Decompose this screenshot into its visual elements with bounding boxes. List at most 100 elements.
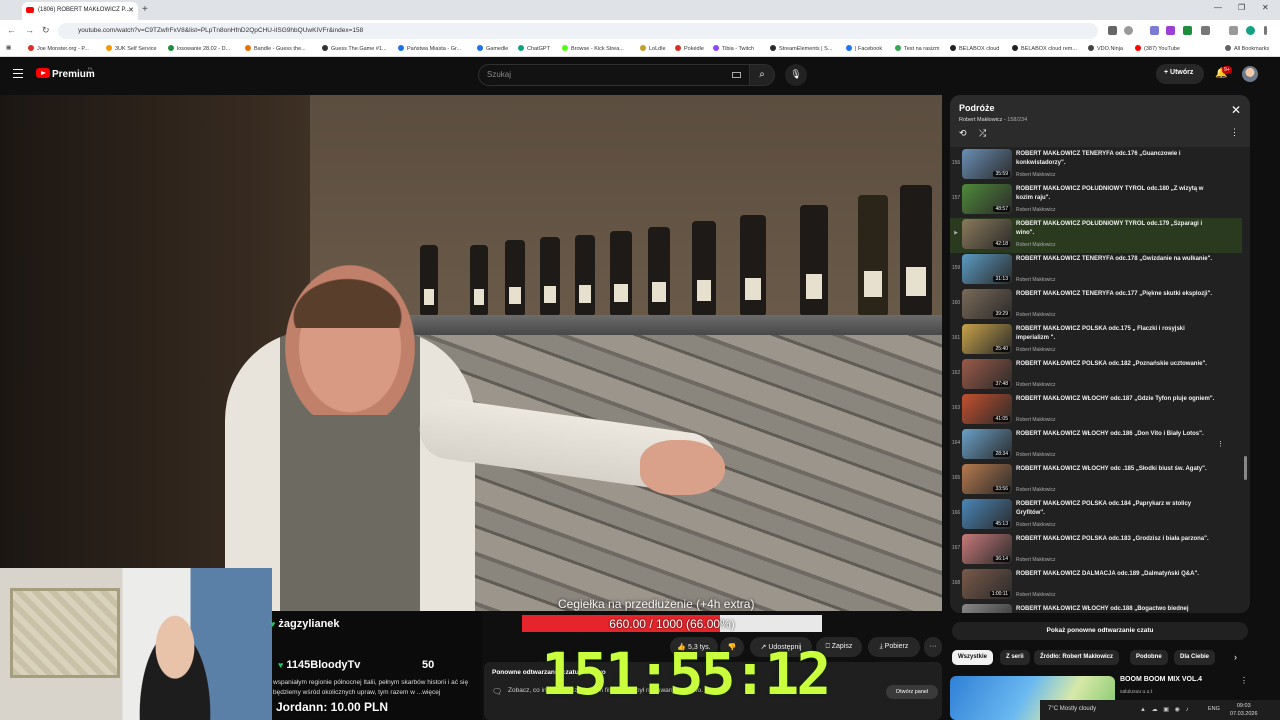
system-tray-icons[interactable]: ▲ ☁ ▣ ◉ ♪ (1140, 706, 1191, 713)
bookmark-item[interactable]: BELABOX cloud rem... (1012, 45, 1077, 52)
sidebar-icon[interactable] (1229, 26, 1238, 35)
playlist-item-title[interactable]: ROBERT MAKŁOWICZ WŁOCHY odc.186 „Don Vit… (1016, 430, 1216, 439)
playlist-item[interactable]: 159 31:13 ROBERT MAKŁOWICZ TENERYFA odc.17… (950, 253, 1242, 288)
playlist-item[interactable]: 169ROBERT MAKŁOWICZ WŁOCHY odc.188 „Boga… (950, 603, 1242, 613)
playlist-item-thumbnail[interactable]: 28:34 (962, 429, 1012, 459)
maximize-icon[interactable]: ❐ (1238, 3, 1245, 12)
bookmark-item[interactable]: | Facebook (846, 45, 882, 52)
bookmark-item[interactable]: Pokédle (675, 45, 704, 52)
extensions-puzzle-icon[interactable] (1201, 26, 1210, 35)
playlist-item-title[interactable]: ROBERT MAKŁOWICZ POLSKA odc.183 „Grodzis… (1016, 535, 1216, 544)
playlist-scrollbar[interactable] (1244, 456, 1247, 480)
playlist-item-title[interactable]: ROBERT MAKŁOWICZ POLSKA odc.184 „Papryka… (1016, 500, 1216, 518)
playlist-item-title[interactable]: ROBERT MAKŁOWICZ POLSKA odc.175 „ Flaczk… (1016, 325, 1216, 343)
more-actions-button[interactable]: ··· (924, 637, 942, 657)
bookmark-item[interactable]: Tibia - Twitch (713, 45, 754, 52)
download-button[interactable]: ⤓ Pobierz (868, 637, 920, 657)
playlist-item-channel[interactable]: Robert Makłowicz (1016, 312, 1055, 318)
extension-icon[interactable] (1166, 26, 1175, 35)
bookmark-star-icon[interactable] (1124, 26, 1133, 35)
weather-widget[interactable]: 7°C Mostly cloudy (1048, 706, 1096, 712)
more-icon[interactable]: ⋮ (1230, 127, 1239, 138)
bookmark-item[interactable]: Joe Monster.org - P... (28, 45, 89, 52)
playlist-item-channel[interactable]: Robert Makłowicz (1016, 487, 1055, 493)
youtube-logo-icon[interactable] (36, 68, 50, 78)
filter-chip[interactable]: Podobne (1130, 650, 1168, 665)
bookmark-item[interactable]: VDO.Ninja (1088, 45, 1123, 52)
playlist-item-title[interactable]: ROBERT MAKŁOWICZ POŁUDNIOWY TYROL odc.17… (1016, 220, 1216, 238)
apps-grid-icon[interactable]: ▦ (6, 45, 11, 51)
playlist-item-title[interactable]: ROBERT MAKŁOWICZ DALMACJA odc.189 „Dalma… (1016, 570, 1216, 579)
clock[interactable]: 09:03 07.03.2026 (1230, 702, 1258, 718)
playlist-item-title[interactable]: ROBERT MAKŁOWICZ WŁOCHY odc .185 „Słodki… (1016, 465, 1216, 474)
chrome-menu-icon[interactable] (1264, 26, 1267, 35)
playlist-item-title[interactable]: ROBERT MAKŁOWICZ TENERYFA odc.176 „Guanc… (1016, 150, 1216, 168)
filter-chip[interactable]: Z serii (1000, 650, 1030, 665)
playlist-item-channel[interactable]: Robert Makłowicz (1016, 557, 1055, 563)
voice-search-button[interactable]: 🎙 (785, 64, 807, 86)
bookmark-item[interactable]: Państwa Miasta - Gr... (398, 45, 461, 52)
bookmark-item[interactable]: BELABOX cloud (950, 45, 999, 52)
playlist-item-thumbnail[interactable]: 31:13 (962, 254, 1012, 284)
bookmark-item[interactable]: All Bookmarks (1225, 45, 1269, 52)
bookmark-item[interactable]: Test na rasizm (895, 45, 939, 52)
recommended-channel[interactable]: salulusuu u.u.t (1120, 689, 1152, 695)
playlist-item-channel[interactable]: Robert Makłowicz (1016, 592, 1055, 598)
playlist-item-thumbnail[interactable]: 45:13 (962, 499, 1012, 529)
language-indicator[interactable]: ENG (1208, 706, 1220, 712)
bookmark-item[interactable]: 3UK Self Service (106, 45, 157, 52)
playlist-item-thumbnail[interactable]: 35:59 (962, 149, 1012, 179)
bookmark-item[interactable]: losowanie 28.02 - D... (168, 45, 230, 52)
recommended-title[interactable]: BOOM BOOM MIX VOL.4 (1120, 676, 1202, 683)
playlist-item-thumbnail[interactable]: 39:29 (962, 289, 1012, 319)
search-input[interactable]: Szukaj (478, 64, 750, 86)
playlist-item-channel[interactable]: Robert Makłowicz (1016, 452, 1055, 458)
playlist-item[interactable]: 168 1:00:11 ROBERT MAKŁOWICZ DALMACJA odc.… (950, 568, 1242, 603)
bookmark-item[interactable]: (387) YouTube (1135, 45, 1180, 52)
playlist-item-title[interactable]: ROBERT MAKŁOWICZ POLSKA odc.182 „Poznańs… (1016, 360, 1216, 369)
keyboard-icon[interactable] (732, 72, 741, 78)
playlist-item-title[interactable]: ROBERT MAKŁOWICZ WŁOCHY odc.187 „Gdzie T… (1016, 395, 1216, 404)
playlist-title[interactable]: Podróże (959, 103, 995, 113)
chevron-right-icon[interactable]: › (1234, 652, 1237, 662)
avatar[interactable] (1242, 66, 1258, 82)
bookmark-item[interactable]: Bandle - Guess the... (245, 45, 306, 52)
filter-chip[interactable]: Źródło: Robert Makłowicz (1034, 650, 1120, 665)
reload-icon[interactable]: ↻ (42, 25, 50, 36)
playlist-item[interactable]: 161 25:40 ROBERT MAKŁOWICZ POLSKA odc.175 … (950, 323, 1242, 358)
playlist-item-thumbnail[interactable]: 33:56 (962, 464, 1012, 494)
bookmark-item[interactable]: StreamElements | S... (770, 45, 832, 52)
playlist-item-thumbnail[interactable]: 41:05 (962, 394, 1012, 424)
close-window-icon[interactable]: ✕ (1262, 3, 1269, 12)
bookmark-item[interactable]: Gamedle (477, 45, 508, 52)
playlist-item-channel[interactable]: Robert Makłowicz (1016, 277, 1055, 283)
shuffle-icon[interactable]: ⤮ (979, 128, 986, 139)
cast-icon[interactable] (1108, 26, 1117, 35)
close-tab-icon[interactable]: ✕ (128, 6, 134, 14)
playlist-item[interactable]: 163 41:05 ROBERT MAKŁOWICZ WŁOCHY odc.187 … (950, 393, 1242, 428)
back-icon[interactable]: ← (7, 25, 16, 35)
playlist-item[interactable]: 160 39:29 ROBERT MAKŁOWICZ TENERYFA odc.17… (950, 288, 1242, 323)
filter-chip[interactable]: Wszystkie (952, 650, 994, 665)
playlist-item-thumbnail[interactable]: 36:14 (962, 534, 1012, 564)
menu-hamburger-icon[interactable] (13, 69, 23, 78)
loop-icon[interactable]: ⟲ (959, 128, 967, 139)
playlist-item-thumbnail[interactable] (962, 604, 1012, 613)
playlist-item-channel[interactable]: Robert Makłowicz (1016, 207, 1055, 213)
open-panel-button[interactable]: Otwórz panel (886, 685, 938, 699)
playlist-item-channel[interactable]: Robert Makłowicz (1016, 242, 1055, 248)
playlist-item-thumbnail[interactable]: 42:18 (962, 219, 1012, 249)
close-icon[interactable]: ✕ (1231, 103, 1241, 117)
playlist-item-title[interactable]: ROBERT MAKŁOWICZ TENERYFA odc.178 „Gwizd… (1016, 255, 1216, 264)
extension-icon[interactable] (1183, 26, 1192, 35)
bookmark-item[interactable]: Guess The.Game #1... (322, 45, 387, 52)
video-description[interactable]: wspaniałym regionie północnej Italii, pe… (273, 678, 479, 698)
address-bar[interactable]: youtube.com/watch?v=C9TZwfrFxV8&list=PLp… (58, 23, 1098, 39)
playlist-item[interactable]: ▶ 42:18 ROBERT MAKŁOWICZ POŁUDNIOWY TYROL … (950, 218, 1242, 253)
more-icon[interactable]: ⋮ (1217, 440, 1224, 448)
forward-icon[interactable]: → (25, 25, 34, 35)
browser-tab[interactable]: (1806) ROBERT MAKŁOWICZ P... ✕ (22, 2, 138, 20)
playlist-item[interactable]: 156 35:59 ROBERT MAKŁOWICZ TENERYFA odc.17… (950, 148, 1242, 183)
playlist-item[interactable]: 166 45:13 ROBERT MAKŁOWICZ POLSKA odc.184 … (950, 498, 1242, 533)
playlist-item-channel[interactable]: Robert Makłowicz (1016, 382, 1055, 388)
